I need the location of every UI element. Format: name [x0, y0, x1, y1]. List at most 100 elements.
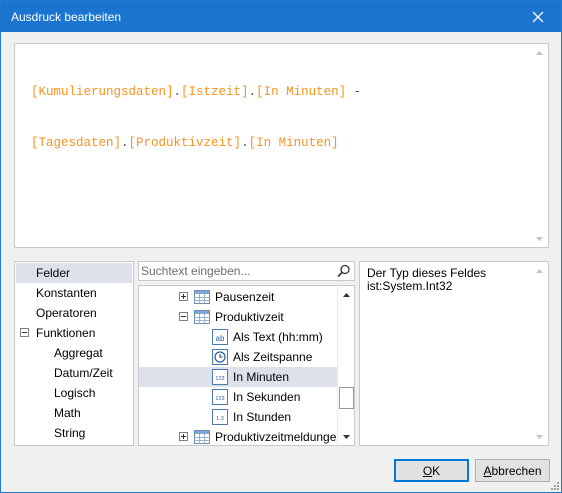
category-item-felder[interactable]: Felder [16, 263, 132, 283]
tree-scroll-down-button[interactable] [338, 428, 354, 445]
search-input[interactable] [141, 263, 333, 279]
expand-icon[interactable] [179, 432, 188, 441]
category-label: String [54, 426, 86, 440]
expression-text[interactable]: [Kumulierungsdaten].[Istzeit].[In Minute… [31, 50, 361, 186]
decimal-field-icon: 1.3 [212, 409, 228, 425]
tree-item-in-minuten[interactable]: 123 In Minuten [139, 367, 337, 387]
expression-editor-dialog: Ausdruck bearbeiten [Kumulierungsdaten].… [0, 0, 562, 493]
scroll-down-icon [536, 434, 543, 439]
tree-item-in-sekunden[interactable]: 123 In Sekunden [139, 387, 337, 407]
tree-scrollbar[interactable] [337, 286, 354, 445]
category-label: Funktionen [36, 326, 96, 340]
scroll-up-button[interactable] [531, 44, 548, 61]
timespan-field-icon [212, 349, 228, 365]
tree-item-in-stunden[interactable]: 1.3 In Stunden [139, 407, 337, 427]
collapse-icon[interactable] [179, 312, 188, 321]
scroll-up-icon [536, 268, 543, 273]
description-scroll-up-button[interactable] [531, 262, 548, 279]
integer-field-icon: 123 [212, 389, 228, 405]
category-list: Felder Konstanten Operatoren Funktionen Aggr… [14, 261, 134, 446]
table-icon [194, 310, 210, 324]
search-box[interactable] [138, 261, 355, 281]
category-item-logisch[interactable]: Logisch [16, 383, 132, 403]
tree-scroll-thumb[interactable] [339, 387, 354, 409]
tree-item-label: Pausenzeit [215, 290, 275, 304]
category-item-konstanten[interactable]: Konstanten [16, 283, 132, 303]
category-item-aggregat[interactable]: Aggregat [16, 343, 132, 363]
description-text: Der Typ dieses Feldes ist:System.Int32 [367, 266, 487, 293]
expression-line-1: [Kumulierungsdaten].[Istzeit].[In Minute… [31, 84, 361, 101]
field-tree: Pausenzeit Produktivzeit ab Als Text (hh:mm… [138, 285, 355, 446]
cancel-button[interactable]: Abbrechen [475, 459, 550, 482]
category-label: Aggregat [54, 346, 103, 360]
dialog-title: Ausdruck bearbeiten [11, 10, 122, 24]
tree-item-label: Als Zeitspanne [233, 350, 313, 364]
close-icon [532, 11, 544, 22]
expression-scrollbar[interactable] [531, 44, 548, 247]
category-label: Operatoren [36, 306, 97, 320]
svg-text:123: 123 [215, 376, 224, 382]
expression-operator-token: . [173, 85, 182, 99]
ok-label: K [432, 463, 441, 478]
expression-field-token: [In Minuten] [248, 136, 339, 150]
expression-field-token: [Produktivzeit] [128, 136, 242, 150]
expression-line-2: [Tagesdaten].[Produktivzeit].[In Minuten… [31, 135, 361, 152]
tree-item-als-text-hh-mm[interactable]: ab Als Text (hh:mm) [139, 327, 337, 347]
scroll-up-icon [536, 50, 543, 55]
cancel-label: bbrechen [491, 463, 542, 478]
category-label: Felder [36, 266, 71, 280]
category-item-string[interactable]: String [16, 423, 132, 443]
scroll-up-icon [343, 292, 350, 297]
description-scroll-down-button[interactable] [531, 428, 548, 445]
text-field-icon: ab [212, 329, 228, 345]
scroll-down-button[interactable] [531, 230, 548, 247]
expression-input[interactable]: [Kumulierungsdaten].[Istzeit].[In Minute… [14, 43, 549, 248]
tree-item-label: In Stunden [233, 410, 292, 424]
tree-item-label: In Sekunden [233, 390, 301, 404]
tree-scroll-up-button[interactable] [338, 286, 354, 303]
category-item-funktionen[interactable]: Funktionen [16, 323, 132, 343]
category-label: Konstanten [36, 286, 97, 300]
expand-icon[interactable] [179, 292, 188, 301]
tree-item-label: Produktivzeitmeldungen [215, 430, 344, 444]
table-icon [194, 430, 210, 444]
collapse-icon[interactable] [20, 328, 29, 337]
table-icon [194, 290, 210, 304]
integer-field-icon: 123 [212, 369, 228, 385]
ok-mnemonic: O [422, 463, 433, 478]
expression-field-token: [Tagesdaten] [31, 136, 122, 150]
scroll-down-icon [536, 236, 543, 241]
category-label: Datum/Zeit [54, 366, 113, 380]
scroll-down-icon [343, 434, 350, 439]
expression-operator-token: - [346, 85, 362, 99]
tree-item-pausenzeit[interactable]: Pausenzeit [139, 287, 337, 307]
tree-item-label: Als Text (hh:mm) [233, 330, 323, 344]
expression-field-token: [Istzeit] [181, 85, 249, 99]
tree-item-als-zeitspanne[interactable]: Als Zeitspanne [139, 347, 337, 367]
expression-operator-token: . [241, 136, 249, 150]
expression-operator-token: . [248, 85, 257, 99]
ok-button[interactable]: OK [394, 459, 469, 482]
svg-text:1.3: 1.3 [216, 416, 224, 422]
resize-grip-icon[interactable] [549, 480, 559, 490]
expression-field-token: [In Minuten] [256, 85, 347, 99]
tree-item-produktivzeitmeldungen[interactable]: Produktivzeitmeldungen [139, 427, 343, 445]
tree-item-label: Produktivzeit [215, 310, 284, 324]
description-panel: Der Typ dieses Feldes ist:System.Int32 [359, 261, 549, 446]
category-item-operatoren[interactable]: Operatoren [16, 303, 132, 323]
cancel-mnemonic: A [483, 463, 492, 478]
svg-text:123: 123 [215, 396, 224, 402]
title-bar[interactable]: Ausdruck bearbeiten [1, 1, 561, 32]
tree-item-produktivzeit[interactable]: Produktivzeit [139, 307, 337, 327]
expression-field-token: [Kumulierungsdaten] [31, 85, 174, 99]
svg-text:ab: ab [216, 334, 225, 343]
close-button[interactable] [515, 1, 561, 32]
expression-operator-token: . [121, 136, 129, 150]
search-icon[interactable] [337, 264, 351, 278]
tree-item-label: In Minuten [233, 370, 290, 384]
category-item-datum-zeit[interactable]: Datum/Zeit [16, 363, 132, 383]
category-label: Math [54, 406, 81, 420]
category-item-math[interactable]: Math [16, 403, 132, 423]
description-scrollbar[interactable] [531, 262, 548, 445]
category-label: Logisch [54, 386, 96, 400]
